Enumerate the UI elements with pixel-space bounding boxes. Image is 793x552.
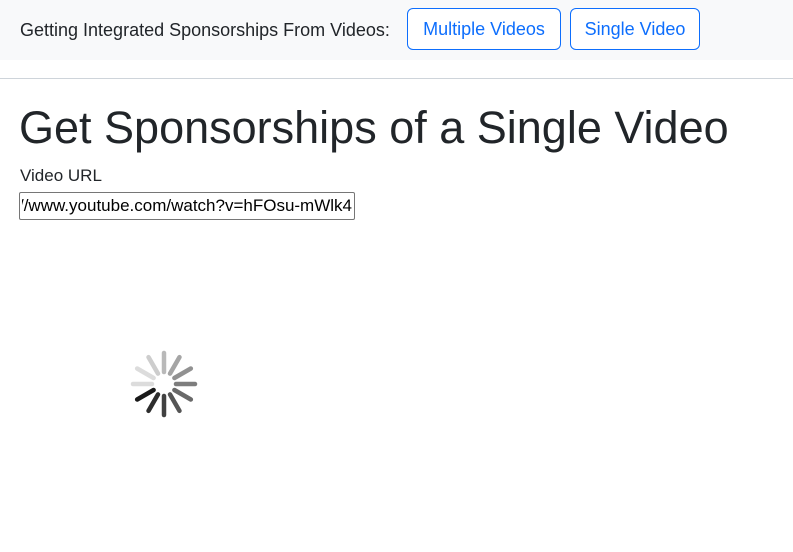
spinner-spoke (134, 366, 156, 381)
spinner-spoke (172, 387, 194, 402)
spinner-spoke (146, 354, 161, 376)
spinner-spoke (172, 366, 194, 381)
single-video-button[interactable]: Single Video (570, 8, 700, 50)
page-title: Get Sponsorships of a Single Video (19, 102, 729, 153)
navbar-label: Getting Integrated Sponsorships From Vid… (20, 20, 390, 40)
spinner-spoke (167, 392, 182, 414)
video-url-input[interactable] (19, 192, 355, 220)
loading-spinner-icon (130, 350, 198, 418)
top-navbar: Getting Integrated Sponsorships From Vid… (0, 0, 793, 60)
multiple-videos-button[interactable]: Multiple Videos (407, 8, 561, 50)
spinner-spoke (134, 387, 156, 402)
spinner-spoke (167, 354, 182, 376)
header-divider (0, 78, 793, 79)
spinner-spoke (146, 392, 161, 414)
video-url-label: Video URL (20, 166, 102, 185)
